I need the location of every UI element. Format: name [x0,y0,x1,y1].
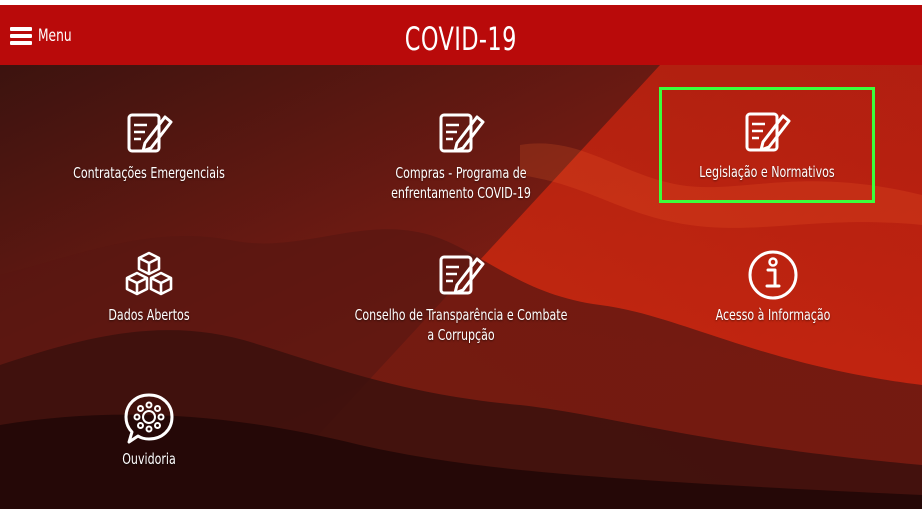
info-icon [748,250,798,300]
document-edit-icon [439,113,485,153]
tile-label: Conselho de Transparência e Combate a Co… [354,306,568,344]
cubes-icon [125,251,173,296]
tile-legislacao-normativos[interactable]: Legislação e Normativos [659,87,875,203]
header-bar: Menu COVID-19 [0,5,922,65]
tile-label: Dados Abertos [108,306,190,324]
document-edit-icon [127,113,173,153]
page-title: COVID-19 [405,20,517,58]
tile-ouvidoria[interactable]: Ouvidoria [44,391,254,501]
chat-bubble-icon [124,393,174,444]
tile-conselho-transparencia[interactable]: Conselho de Transparência e Combate a Co… [354,247,568,357]
tile-compras-programa[interactable]: Compras - Programa de enfrentamento COVI… [356,105,566,215]
tile-label: Contratações Emergenciais [73,164,225,182]
tile-label: Acesso à Informação [715,306,831,324]
tile-label: Legislação e Normativos [699,163,835,181]
document-edit-icon [439,255,485,295]
hero-background: Contratações Emergenciais Compras - Prog… [0,65,922,509]
tile-contratacoes-emergenciais[interactable]: Contratações Emergenciais [44,105,254,215]
tile-label: Ouvidoria [122,450,176,468]
tile-dados-abertos[interactable]: Dados Abertos [44,247,254,357]
document-edit-icon [745,112,791,152]
tile-label: Compras - Programa de enfrentamento COVI… [391,164,531,202]
tile-acesso-informacao[interactable]: Acesso à Informação [668,247,878,357]
